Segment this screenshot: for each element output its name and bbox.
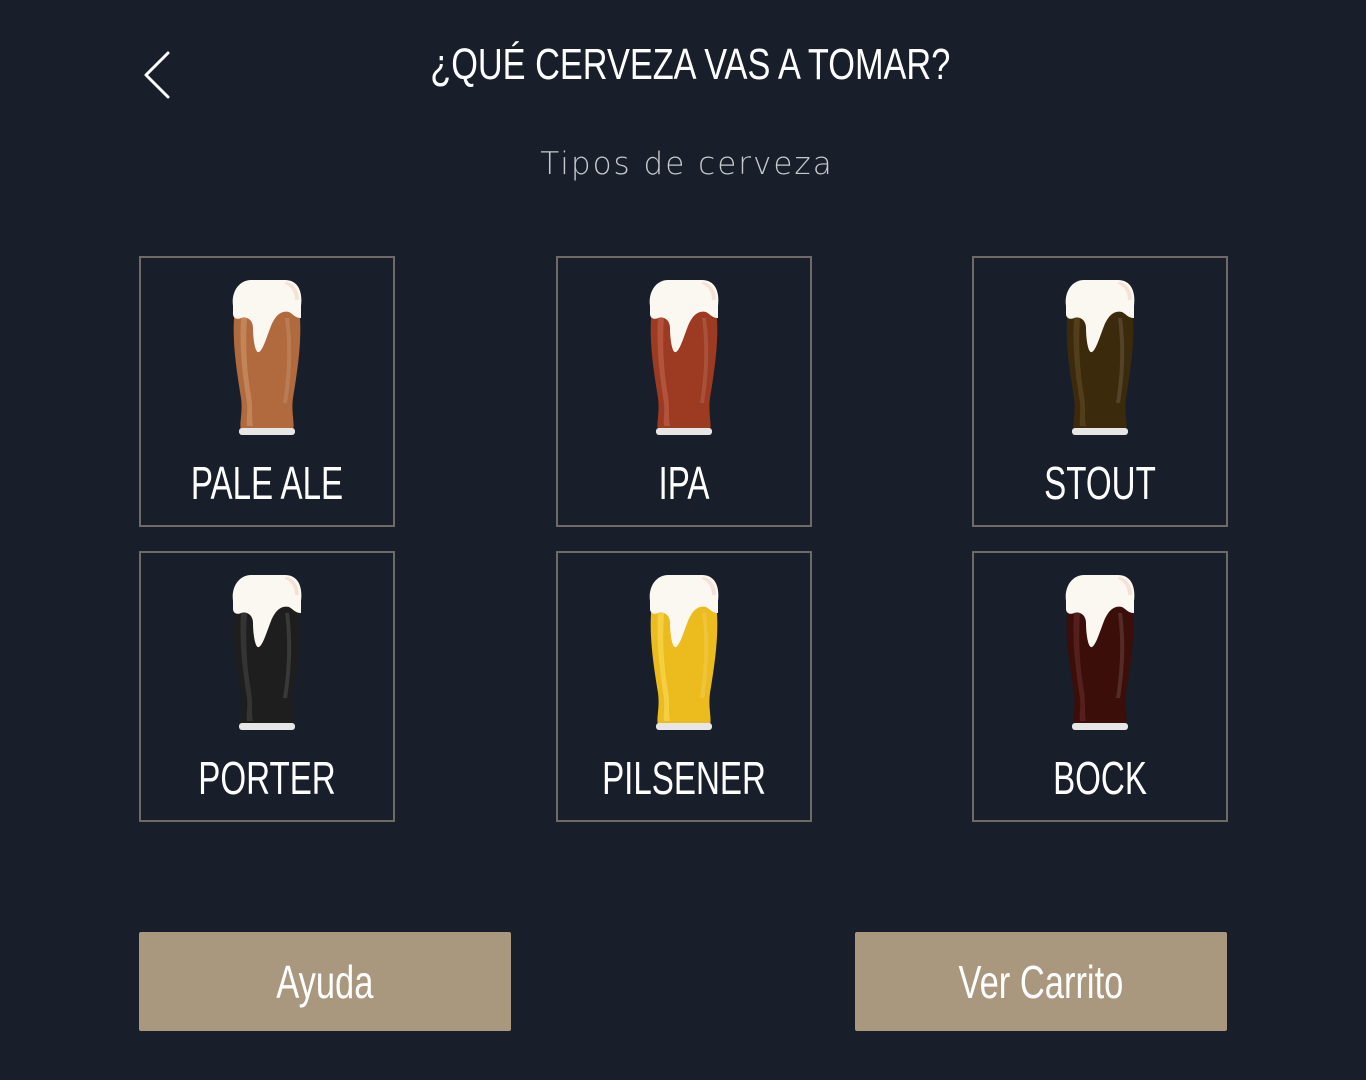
view-cart-button-label: Ver Carrito [958, 955, 1124, 1008]
beer-glass-icon [232, 280, 302, 435]
help-button-label: Ayuda [276, 955, 374, 1008]
view-cart-button[interactable]: Ver Carrito [855, 932, 1227, 1031]
beer-card-ipa[interactable]: IPA [556, 256, 812, 527]
beer-card-label: IPA [658, 457, 710, 509]
beer-card-label: PORTER [198, 752, 336, 804]
beer-glass-icon [1065, 280, 1135, 435]
help-button[interactable]: Ayuda [139, 932, 511, 1031]
beer-card-bock[interactable]: BOCK [972, 551, 1228, 822]
beer-glass-icon [649, 575, 719, 730]
beer-card-label: BOCK [1053, 752, 1147, 804]
beer-card-stout[interactable]: STOUT [972, 256, 1228, 527]
page-title: ¿QUÉ CERVEZA VAS A TOMAR? [430, 40, 951, 89]
beer-glass-icon [649, 280, 719, 435]
beer-type-grid: PALE ALE IPA STOUT PORTER PILSENER BOCK [139, 256, 1228, 822]
beer-card-porter[interactable]: PORTER [139, 551, 395, 822]
beer-card-label: STOUT [1044, 457, 1156, 509]
beer-glass-icon [232, 575, 302, 730]
beer-card-label: PILSENER [602, 752, 766, 804]
beer-card-label: PALE ALE [190, 457, 344, 509]
page-subtitle: Tipos de cerveza [540, 146, 834, 182]
beer-glass-icon [1065, 575, 1135, 730]
beer-card-pale-ale[interactable]: PALE ALE [139, 256, 395, 527]
beer-card-pilsener[interactable]: PILSENER [556, 551, 812, 822]
